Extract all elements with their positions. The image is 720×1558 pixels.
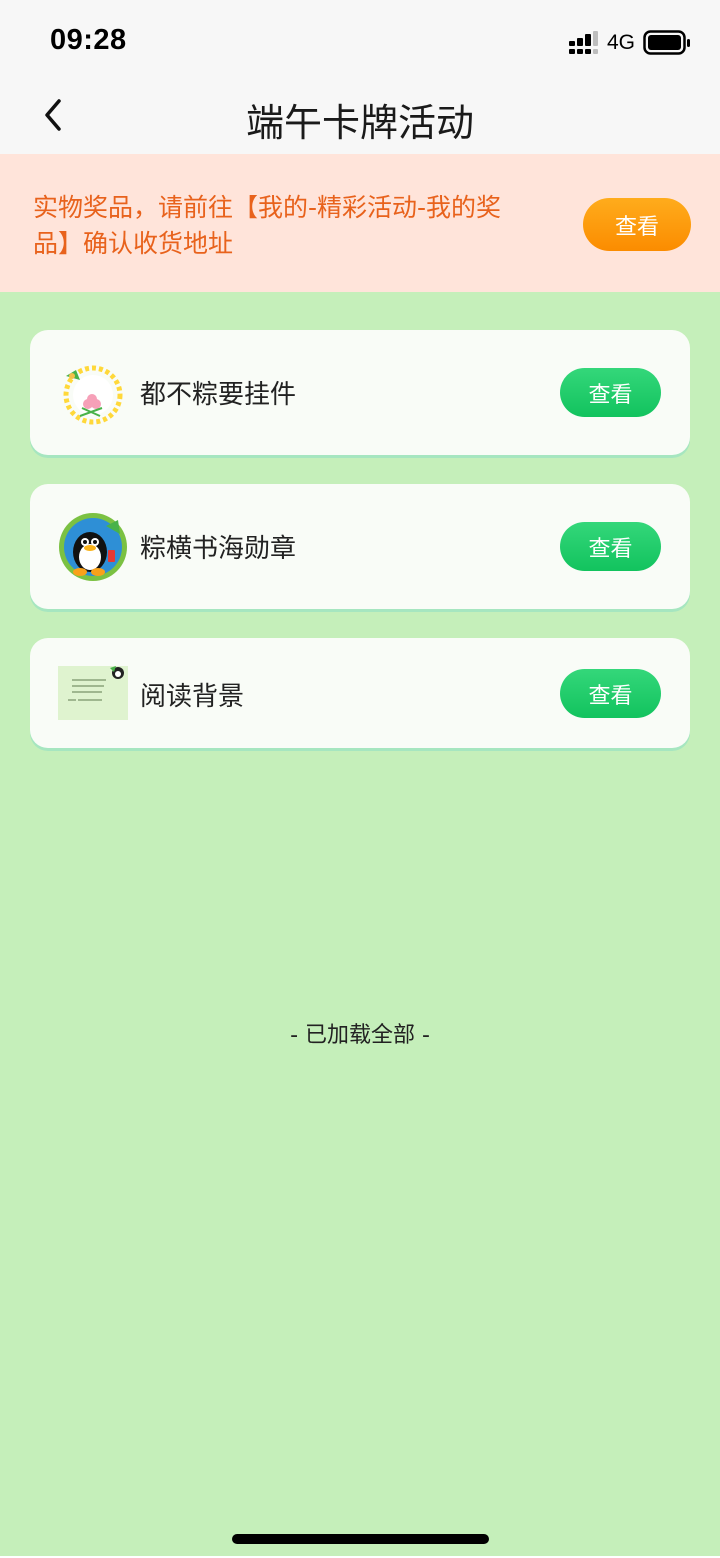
network-type: 4G: [607, 31, 636, 54]
reward-label: 粽横书海勋章: [140, 534, 297, 564]
reward-card-background: 阅读背景 查看: [30, 638, 690, 748]
reward-label: 阅读背景: [140, 682, 245, 712]
notice-view-button[interactable]: 查看: [583, 198, 691, 251]
cellular-signal-icon: [569, 31, 599, 55]
view-pendant-button[interactable]: 查看: [560, 368, 661, 417]
status-time: 09:28: [50, 24, 127, 56]
prize-notice-banner: 实物奖品，请前往【我的-精彩活动-我的奖品】确认收货地址 查看: [0, 154, 720, 292]
battery-icon: [643, 30, 691, 56]
nav-bar: 端午卡牌活动: [0, 84, 720, 154]
home-indicator[interactable]: [232, 1534, 489, 1544]
penguin-medal-icon: [58, 512, 128, 586]
pendant-icon: [58, 360, 128, 434]
loaded-all-text: - 已加载全部 -: [290, 1023, 430, 1048]
reward-label: 都不粽要挂件: [140, 380, 297, 410]
status-bar: 09:28 4G: [0, 0, 720, 84]
reward-card-pendant: 都不粽要挂件 查看: [30, 330, 690, 455]
view-medal-button[interactable]: 查看: [560, 522, 661, 571]
view-background-button[interactable]: 查看: [560, 669, 661, 718]
page-title: 端午卡牌活动: [245, 101, 474, 145]
reward-card-medal: 粽横书海勋章 查看: [30, 484, 690, 609]
reading-background-thumbnail: [58, 666, 128, 724]
notice-text: 实物奖品，请前往【我的-精彩活动-我的奖品】确认收货地址: [33, 193, 502, 258]
